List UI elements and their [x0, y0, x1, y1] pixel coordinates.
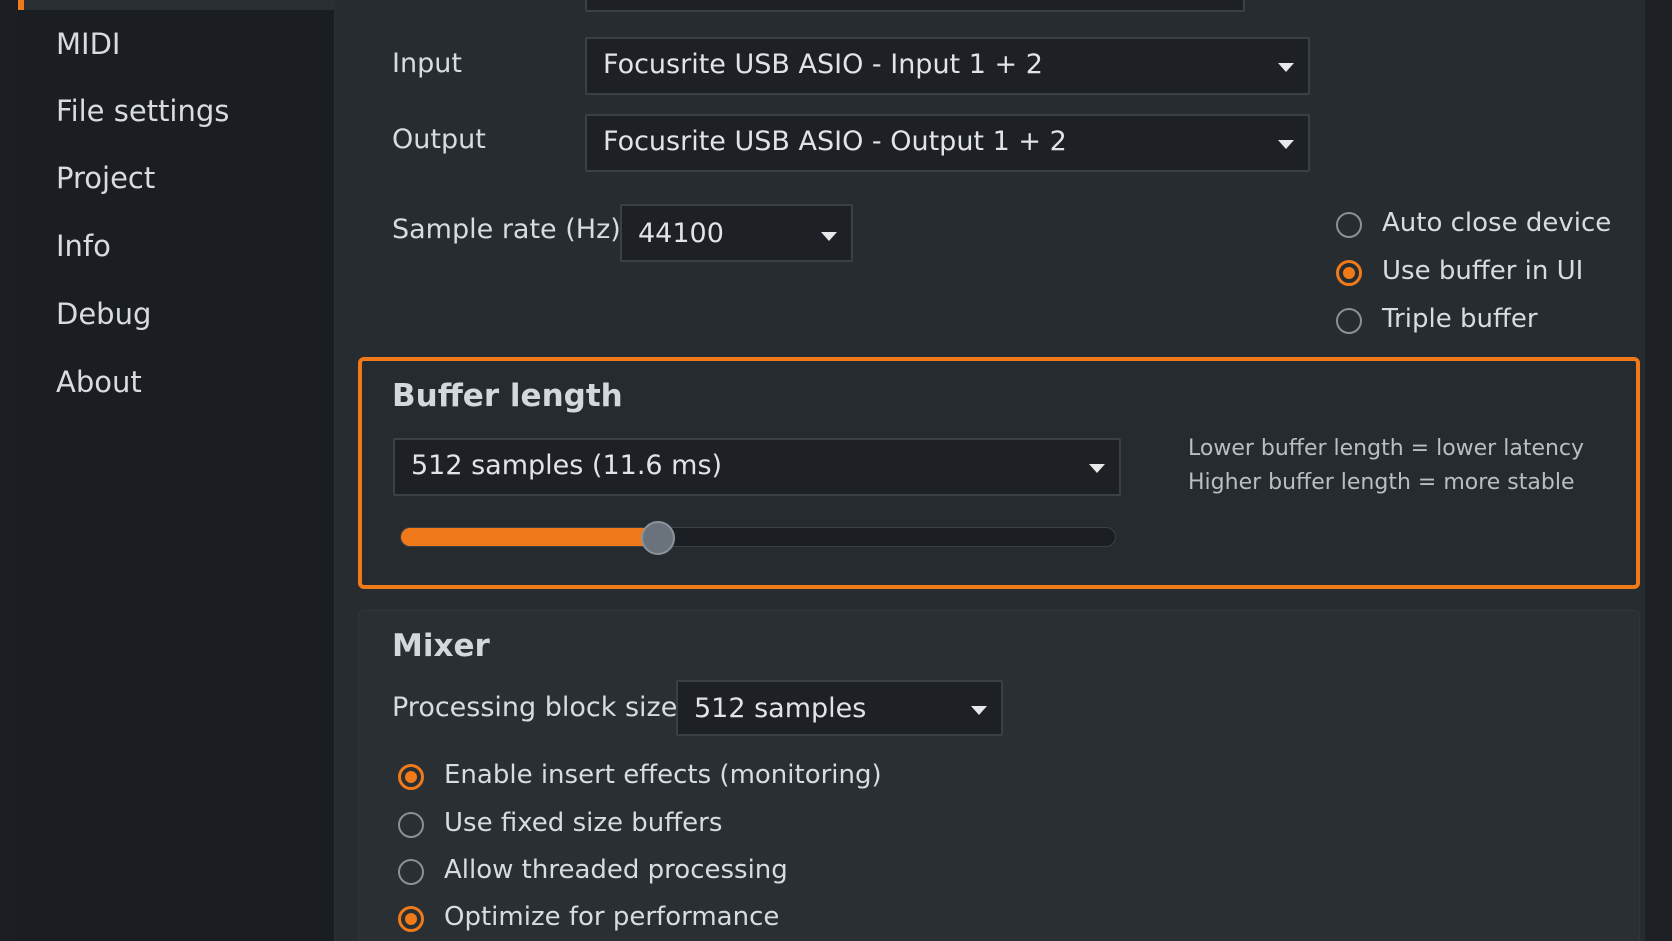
- option-label: Allow threaded processing: [444, 855, 788, 885]
- input-device-dropdown[interactable]: Focusrite USB ASIO - Input 1 + 2: [585, 37, 1310, 95]
- option-label: Auto close device: [1382, 208, 1612, 238]
- option-label: Enable insert effects (monitoring): [444, 760, 882, 790]
- slider-handle[interactable]: [641, 521, 676, 555]
- chevron-down-icon: [971, 706, 987, 715]
- sidebar-item-about[interactable]: About: [56, 365, 142, 399]
- chevron-down-icon: [821, 232, 837, 241]
- audio-settings-window: MIDI File settings Project Info Debug Ab…: [0, 0, 1672, 941]
- output-label: Output: [392, 124, 486, 155]
- sample-rate-value: 44100: [638, 218, 724, 249]
- input-label: Input: [392, 48, 462, 79]
- radio-button-selected[interactable]: [398, 906, 424, 932]
- option-label: Use buffer in UI: [1382, 256, 1584, 286]
- chevron-down-icon: [1278, 63, 1294, 72]
- sidebar-item-debug[interactable]: Debug: [56, 297, 151, 331]
- option-label: Triple buffer: [1382, 304, 1538, 334]
- buffer-length-slider[interactable]: [400, 521, 1116, 555]
- sidebar-item-project[interactable]: Project: [56, 161, 155, 195]
- radio-button[interactable]: [1336, 308, 1362, 334]
- right-gutter: [1645, 0, 1672, 941]
- sample-rate-label: Sample rate (Hz): [392, 214, 621, 245]
- block-size-label: Processing block size: [392, 692, 678, 723]
- radio-button[interactable]: [398, 812, 424, 838]
- sidebar-item-file-settings[interactable]: File settings: [56, 94, 229, 128]
- input-device-value: Focusrite USB ASIO - Input 1 + 2: [603, 49, 1043, 80]
- option-label: Use fixed size buffers: [444, 808, 723, 838]
- chevron-down-icon: [1089, 464, 1105, 473]
- mixer-title: Mixer: [392, 628, 490, 664]
- sidebar-item-midi[interactable]: MIDI: [56, 27, 120, 61]
- block-size-dropdown[interactable]: 512 samples: [676, 680, 1003, 736]
- buffer-length-title: Buffer length: [392, 378, 623, 414]
- slider-fill: [401, 528, 659, 546]
- option-label: Optimize for performance: [444, 902, 780, 932]
- sidebar-item-info[interactable]: Info: [56, 229, 111, 263]
- driver-dropdown-partial[interactable]: [585, 0, 1245, 12]
- output-device-dropdown[interactable]: Focusrite USB ASIO - Output 1 + 2: [585, 114, 1310, 172]
- block-size-value: 512 samples: [694, 693, 867, 724]
- buffer-length-dropdown[interactable]: 512 samples (11.6 ms): [393, 438, 1121, 496]
- radio-button-selected[interactable]: [1336, 260, 1362, 286]
- sidebar-item-active-partial[interactable]: [18, 0, 334, 10]
- buffer-hint-latency: Lower buffer length = lower latency: [1188, 436, 1585, 461]
- chevron-down-icon: [1278, 140, 1294, 149]
- buffer-length-value: 512 samples (11.6 ms): [411, 450, 723, 481]
- radio-button[interactable]: [1336, 212, 1362, 238]
- window-left-edge: [0, 0, 18, 941]
- radio-button-selected[interactable]: [398, 764, 424, 790]
- output-device-value: Focusrite USB ASIO - Output 1 + 2: [603, 126, 1067, 157]
- active-item-indicator: [18, 0, 24, 10]
- buffer-hint-stability: Higher buffer length = more stable: [1188, 470, 1575, 495]
- sample-rate-dropdown[interactable]: 44100: [620, 204, 853, 262]
- settings-sidebar: MIDI File settings Project Info Debug Ab…: [18, 0, 335, 941]
- radio-button[interactable]: [398, 859, 424, 885]
